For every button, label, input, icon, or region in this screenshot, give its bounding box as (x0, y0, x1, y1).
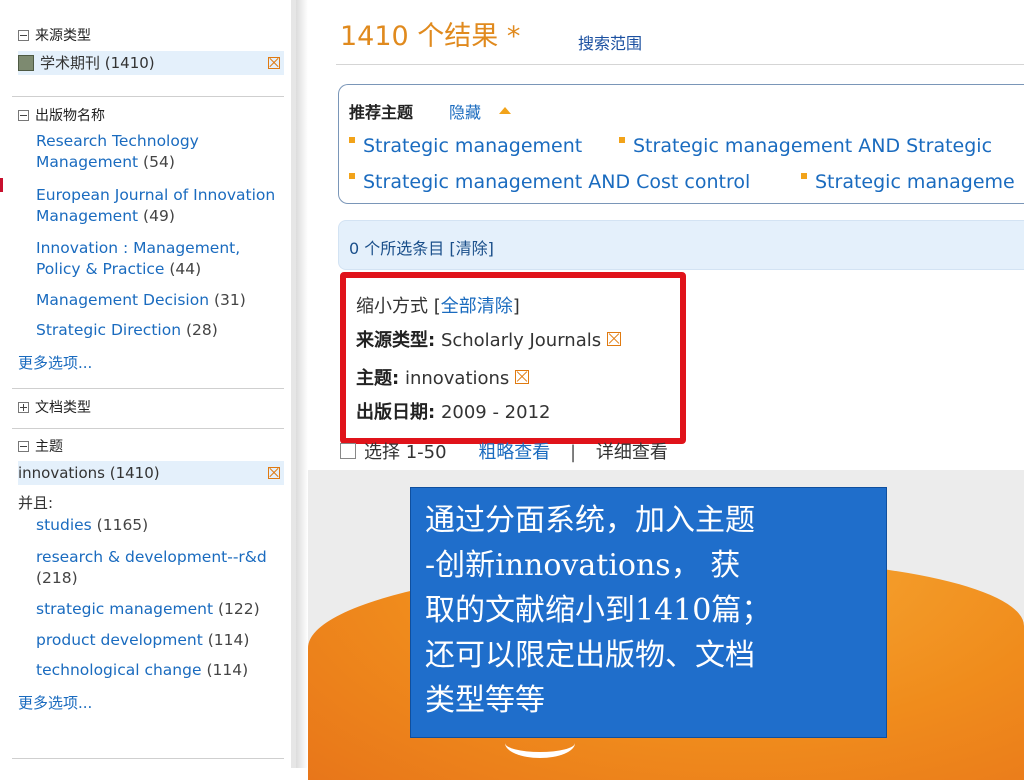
narrow-date: 出版日期: 2009 - 2012 (356, 402, 551, 423)
select-all-checkbox[interactable] (340, 443, 356, 459)
facet-subject: 主题 (18, 437, 284, 457)
facet-source-type: 来源类型 (18, 26, 284, 46)
bullet-icon (801, 172, 807, 179)
recommended-topic-link[interactable]: Strategic management AND Strategic (619, 135, 992, 157)
divider (12, 96, 284, 97)
selected-items-bar[interactable]: 0 个所选条目 [清除] (338, 220, 1024, 270)
divider (12, 758, 284, 759)
brief-view-link[interactable]: 粗略查看 (478, 442, 550, 463)
recommended-topic-link[interactable]: Strategic management AND Cost control (349, 171, 750, 193)
clear-all-link[interactable]: 全部清除 (441, 296, 513, 317)
collapse-caret-icon[interactable] (499, 107, 511, 114)
subject-item[interactable]: product development (114) (36, 630, 281, 651)
selected-facet-subject: innovations (1410) (18, 461, 284, 485)
detailed-view-link[interactable]: 详细查看 (596, 442, 668, 463)
publication-item[interactable]: Strategic Direction (28) (36, 320, 281, 341)
bullet-icon (349, 136, 355, 143)
bullet-icon (619, 136, 625, 143)
subject-more-link[interactable]: 更多选项... (18, 692, 92, 713)
callout-line: 通过分面系统，加入主题 (425, 503, 755, 538)
collapse-icon[interactable] (18, 109, 29, 121)
narrow-subject: 主题: innovations (356, 364, 530, 390)
select-range-label: 选择 1-50 (364, 442, 447, 463)
facet-publication-header[interactable]: 出版物名称 (18, 106, 284, 126)
facet-source-type-header[interactable]: 来源类型 (18, 26, 284, 46)
remove-filter-icon[interactable] (515, 370, 530, 384)
results-toolbar: 选择 1-50 粗略查看 | 详细查看 (340, 438, 668, 464)
bullet-icon (349, 172, 355, 179)
narrow-by-title: 缩小方式 [全部清除] (356, 296, 520, 317)
recommended-topics-box: 推荐主题 隐藏 Strategic management Strategic m… (338, 84, 1024, 204)
narrow-by-box: 缩小方式 [全部清除] 来源类型: Scholarly Journals 主题:… (340, 272, 686, 444)
publication-more-link[interactable]: 更多选项... (18, 352, 92, 373)
recommended-topics-title: 推荐主题 (349, 103, 414, 122)
publication-item[interactable]: Management Decision (31) (36, 290, 281, 311)
facet-sidebar: 来源类型 学术期刊 (1410) 出版物名称 Research Technolo… (0, 0, 296, 768)
results-panel: 1410 个结果 * 搜索范围 推荐主题 隐藏 Strategic manage… (316, 0, 1024, 470)
publication-item[interactable]: Research Technology Management (54) (36, 131, 281, 173)
recommended-topic-link[interactable]: Strategic management (349, 135, 582, 157)
facet-doc-type-header[interactable]: 文档类型 (18, 398, 284, 418)
facet-publication: 出版物名称 (18, 106, 284, 126)
publication-item[interactable]: Innovation : Management, Policy & Practi… (36, 238, 281, 280)
subject-item[interactable]: strategic management (122) (36, 599, 281, 620)
divider (12, 388, 284, 389)
search-scope-link[interactable]: 搜索范围 (578, 30, 642, 54)
sidebar-shadow (296, 0, 308, 768)
recommended-topic-link[interactable]: Strategic manageme (801, 171, 1015, 193)
expand-icon[interactable] (18, 401, 29, 413)
annotation-callout: 通过分面系统，加入主题 -创新innovations， 获 取的文献缩小到141… (410, 487, 887, 738)
remove-filter-icon[interactable] (268, 467, 280, 479)
selected-facet-source-type: 学术期刊 (1410) (18, 51, 284, 75)
results-count: 1410 个结果 * (340, 21, 521, 52)
hide-topics-link[interactable]: 隐藏 (449, 99, 481, 123)
callout-line: 取的文献缩小到1410篇； (425, 593, 772, 628)
callout-line: 还可以限定出版物、文档 (425, 638, 755, 673)
remove-filter-icon[interactable] (607, 332, 622, 346)
publication-item[interactable]: European Journal of Innovation Managemen… (36, 185, 281, 227)
callout-line: 类型等等 (425, 683, 545, 718)
subject-item[interactable]: technological change (114) (36, 660, 281, 681)
facet-subject-header[interactable]: 主题 (18, 437, 284, 457)
collapse-icon[interactable] (18, 440, 29, 452)
subject-item[interactable]: studies (1165) (36, 515, 281, 536)
narrow-source-type: 来源类型: Scholarly Journals (356, 326, 622, 352)
remove-filter-icon[interactable] (268, 57, 280, 69)
and-label: 并且: (18, 494, 54, 512)
callout-line: -创新innovations， 获 (425, 548, 741, 583)
divider (336, 64, 1024, 65)
edge-marker (0, 178, 3, 192)
collapse-icon[interactable] (18, 29, 29, 41)
subject-item[interactable]: research & development--r&d (218) (36, 547, 281, 589)
facet-doc-type: 文档类型 (18, 398, 284, 418)
divider (12, 428, 284, 429)
journal-icon (18, 54, 34, 71)
separator: | (570, 442, 577, 463)
